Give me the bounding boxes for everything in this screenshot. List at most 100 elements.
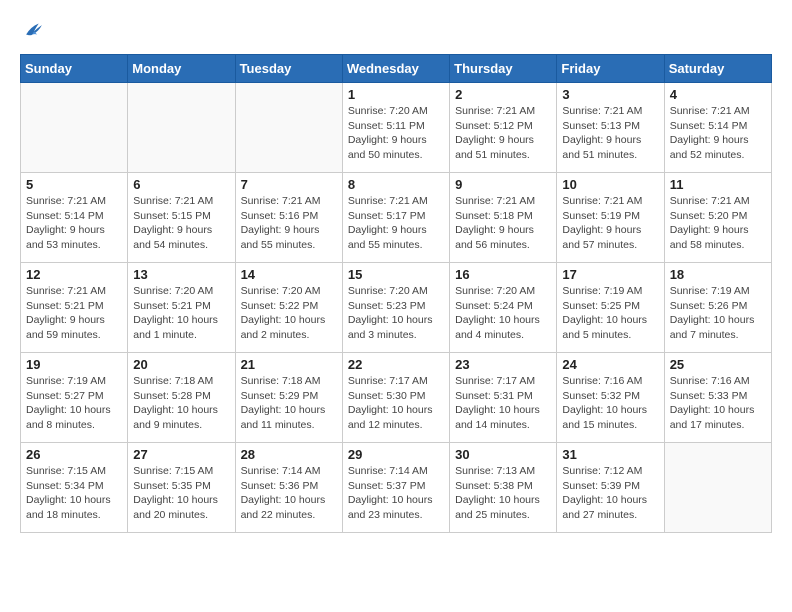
day-info: Sunrise: 7:21 AM Sunset: 5:15 PM Dayligh… <box>133 194 229 253</box>
day-number: 21 <box>241 357 337 372</box>
calendar-day-header: Wednesday <box>342 55 449 83</box>
day-number: 18 <box>670 267 766 282</box>
day-number: 1 <box>348 87 444 102</box>
day-info: Sunrise: 7:13 AM Sunset: 5:38 PM Dayligh… <box>455 464 551 523</box>
day-number: 7 <box>241 177 337 192</box>
calendar-week-row: 1 Sunrise: 7:20 AM Sunset: 5:11 PM Daylig… <box>21 83 772 173</box>
day-number: 5 <box>26 177 122 192</box>
calendar-day-cell: 22 Sunrise: 7:17 AM Sunset: 5:30 PM Dayli… <box>342 353 449 443</box>
calendar-week-row: 12Sunrise: 7:21 AM Sunset: 5:21 PM Dayli… <box>21 263 772 353</box>
calendar-day-cell: 18 Sunrise: 7:19 AM Sunset: 5:26 PM Dayli… <box>664 263 771 353</box>
day-info: Sunrise: 7:17 AM Sunset: 5:30 PM Dayligh… <box>348 374 444 433</box>
day-number: 30 <box>455 447 551 462</box>
day-number: 16 <box>455 267 551 282</box>
calendar-day-cell: 31 Sunrise: 7:12 AM Sunset: 5:39 PM Dayli… <box>557 443 664 533</box>
day-info: Sunrise: 7:12 AM Sunset: 5:39 PM Dayligh… <box>562 464 658 523</box>
day-number: 10 <box>562 177 658 192</box>
calendar-day-cell: 12Sunrise: 7:21 AM Sunset: 5:21 PM Dayli… <box>21 263 128 353</box>
day-number: 17 <box>562 267 658 282</box>
calendar-day-cell: 29 Sunrise: 7:14 AM Sunset: 5:37 PM Dayli… <box>342 443 449 533</box>
day-info: Sunrise: 7:21 AM Sunset: 5:17 PM Dayligh… <box>348 194 444 253</box>
day-info: Sunrise: 7:20 AM Sunset: 5:22 PM Dayligh… <box>241 284 337 343</box>
page-header <box>20 20 772 38</box>
day-info: Sunrise: 7:14 AM Sunset: 5:36 PM Dayligh… <box>241 464 337 523</box>
calendar-day-cell: 4Sunrise: 7:21 AM Sunset: 5:14 PM Daylig… <box>664 83 771 173</box>
day-info: Sunrise: 7:20 AM Sunset: 5:11 PM Dayligh… <box>348 104 444 163</box>
day-number: 8 <box>348 177 444 192</box>
day-info: Sunrise: 7:21 AM Sunset: 5:13 PM Dayligh… <box>562 104 658 163</box>
logo <box>20 20 47 38</box>
day-number: 25 <box>670 357 766 372</box>
day-info: Sunrise: 7:15 AM Sunset: 5:34 PM Dayligh… <box>26 464 122 523</box>
calendar-day-cell: 19Sunrise: 7:19 AM Sunset: 5:27 PM Dayli… <box>21 353 128 443</box>
day-number: 29 <box>348 447 444 462</box>
day-info: Sunrise: 7:21 AM Sunset: 5:16 PM Dayligh… <box>241 194 337 253</box>
day-info: Sunrise: 7:15 AM Sunset: 5:35 PM Dayligh… <box>133 464 229 523</box>
day-number: 9 <box>455 177 551 192</box>
calendar-day-cell: 24 Sunrise: 7:16 AM Sunset: 5:32 PM Dayli… <box>557 353 664 443</box>
calendar-day-cell: 7 Sunrise: 7:21 AM Sunset: 5:16 PM Daylig… <box>235 173 342 263</box>
calendar-day-cell: 8 Sunrise: 7:21 AM Sunset: 5:17 PM Daylig… <box>342 173 449 263</box>
day-info: Sunrise: 7:20 AM Sunset: 5:23 PM Dayligh… <box>348 284 444 343</box>
calendar-day-cell: 27 Sunrise: 7:15 AM Sunset: 5:35 PM Dayli… <box>128 443 235 533</box>
day-info: Sunrise: 7:20 AM Sunset: 5:21 PM Dayligh… <box>133 284 229 343</box>
calendar-day-cell <box>128 83 235 173</box>
day-info: Sunrise: 7:21 AM Sunset: 5:14 PM Dayligh… <box>670 104 766 163</box>
day-number: 27 <box>133 447 229 462</box>
day-number: 24 <box>562 357 658 372</box>
calendar-week-row: 5 Sunrise: 7:21 AM Sunset: 5:14 PM Daylig… <box>21 173 772 263</box>
day-number: 12 <box>26 267 122 282</box>
day-number: 13 <box>133 267 229 282</box>
day-info: Sunrise: 7:21 AM Sunset: 5:20 PM Dayligh… <box>670 194 766 253</box>
calendar-day-cell <box>235 83 342 173</box>
calendar-day-cell: 26 Sunrise: 7:15 AM Sunset: 5:34 PM Dayli… <box>21 443 128 533</box>
calendar-week-row: 19Sunrise: 7:19 AM Sunset: 5:27 PM Dayli… <box>21 353 772 443</box>
calendar-week-row: 26 Sunrise: 7:15 AM Sunset: 5:34 PM Dayli… <box>21 443 772 533</box>
calendar-day-cell: 17 Sunrise: 7:19 AM Sunset: 5:25 PM Dayli… <box>557 263 664 353</box>
day-info: Sunrise: 7:21 AM Sunset: 5:14 PM Dayligh… <box>26 194 122 253</box>
day-number: 20 <box>133 357 229 372</box>
calendar-day-header: Monday <box>128 55 235 83</box>
calendar-day-cell: 25 Sunrise: 7:16 AM Sunset: 5:33 PM Dayli… <box>664 353 771 443</box>
calendar-day-cell: 11Sunrise: 7:21 AM Sunset: 5:20 PM Dayli… <box>664 173 771 263</box>
calendar-day-header: Tuesday <box>235 55 342 83</box>
calendar-day-header: Friday <box>557 55 664 83</box>
day-number: 3 <box>562 87 658 102</box>
calendar-day-cell: 30 Sunrise: 7:13 AM Sunset: 5:38 PM Dayli… <box>450 443 557 533</box>
calendar-day-cell: 13 Sunrise: 7:20 AM Sunset: 5:21 PM Dayli… <box>128 263 235 353</box>
day-info: Sunrise: 7:16 AM Sunset: 5:33 PM Dayligh… <box>670 374 766 433</box>
calendar-day-cell <box>21 83 128 173</box>
day-info: Sunrise: 7:18 AM Sunset: 5:29 PM Dayligh… <box>241 374 337 433</box>
day-info: Sunrise: 7:21 AM Sunset: 5:12 PM Dayligh… <box>455 104 551 163</box>
calendar-day-header: Sunday <box>21 55 128 83</box>
day-number: 14 <box>241 267 337 282</box>
calendar-day-cell: 16 Sunrise: 7:20 AM Sunset: 5:24 PM Dayli… <box>450 263 557 353</box>
calendar-day-cell <box>664 443 771 533</box>
day-number: 28 <box>241 447 337 462</box>
day-number: 23 <box>455 357 551 372</box>
calendar-day-header: Thursday <box>450 55 557 83</box>
day-number: 2 <box>455 87 551 102</box>
day-info: Sunrise: 7:16 AM Sunset: 5:32 PM Dayligh… <box>562 374 658 433</box>
day-number: 22 <box>348 357 444 372</box>
calendar-day-cell: 20Sunrise: 7:18 AM Sunset: 5:28 PM Dayli… <box>128 353 235 443</box>
calendar-day-cell: 2 Sunrise: 7:21 AM Sunset: 5:12 PM Daylig… <box>450 83 557 173</box>
day-number: 31 <box>562 447 658 462</box>
calendar-day-cell: 28 Sunrise: 7:14 AM Sunset: 5:36 PM Dayli… <box>235 443 342 533</box>
calendar-day-cell: 15 Sunrise: 7:20 AM Sunset: 5:23 PM Dayli… <box>342 263 449 353</box>
day-info: Sunrise: 7:19 AM Sunset: 5:27 PM Dayligh… <box>26 374 122 433</box>
calendar-day-cell: 23Sunrise: 7:17 AM Sunset: 5:31 PM Dayli… <box>450 353 557 443</box>
day-info: Sunrise: 7:19 AM Sunset: 5:26 PM Dayligh… <box>670 284 766 343</box>
calendar-day-cell: 3 Sunrise: 7:21 AM Sunset: 5:13 PM Daylig… <box>557 83 664 173</box>
day-info: Sunrise: 7:14 AM Sunset: 5:37 PM Dayligh… <box>348 464 444 523</box>
calendar-day-cell: 9Sunrise: 7:21 AM Sunset: 5:18 PM Daylig… <box>450 173 557 263</box>
calendar-header-row: SundayMondayTuesdayWednesdayThursdayFrid… <box>21 55 772 83</box>
day-info: Sunrise: 7:19 AM Sunset: 5:25 PM Dayligh… <box>562 284 658 343</box>
day-info: Sunrise: 7:20 AM Sunset: 5:24 PM Dayligh… <box>455 284 551 343</box>
calendar-day-header: Saturday <box>664 55 771 83</box>
calendar-day-cell: 10 Sunrise: 7:21 AM Sunset: 5:19 PM Dayli… <box>557 173 664 263</box>
day-info: Sunrise: 7:21 AM Sunset: 5:19 PM Dayligh… <box>562 194 658 253</box>
day-number: 15 <box>348 267 444 282</box>
day-number: 6 <box>133 177 229 192</box>
day-number: 26 <box>26 447 122 462</box>
